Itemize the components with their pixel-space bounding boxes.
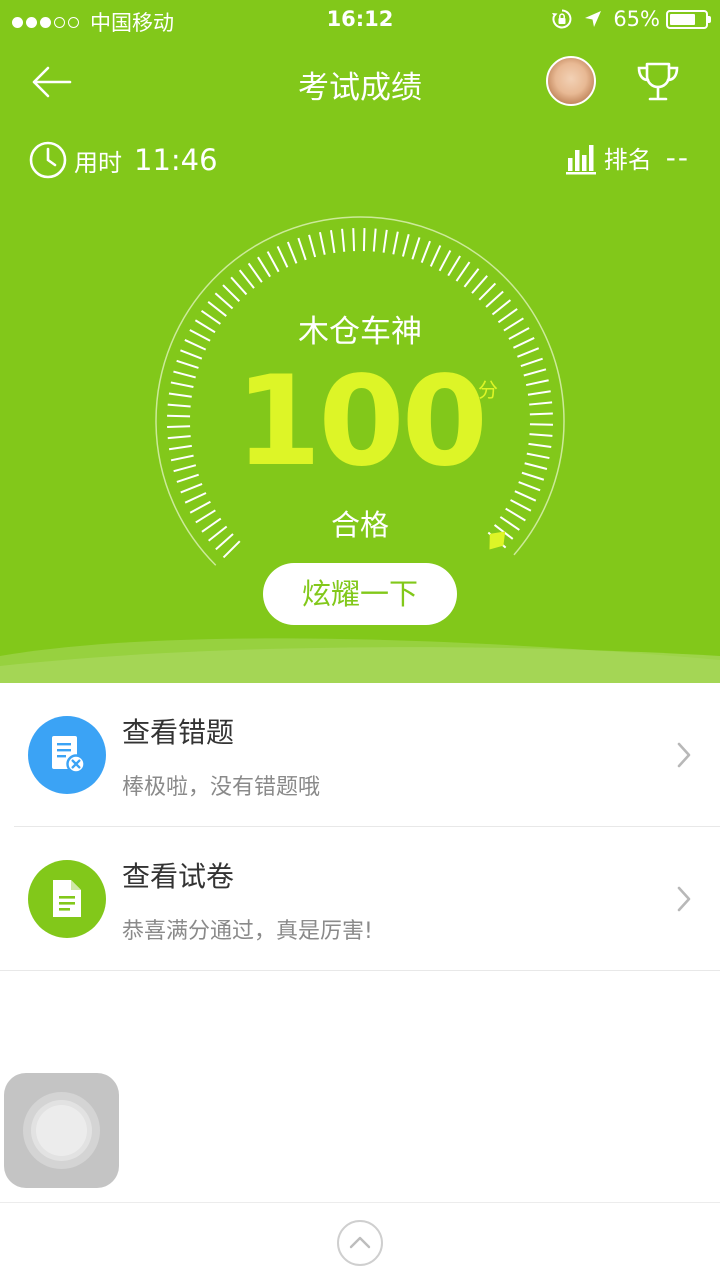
gauge-tick [382,229,388,253]
gauge-tick [485,290,504,308]
row-icon-circle [28,716,106,794]
action-list: 查看错题 棒极啦，没有错题哦 查看试卷 恭喜满分通过，真是厉害! [0,683,720,971]
gauge-tick [514,490,537,502]
divider [0,970,720,971]
score-header: 中国移动 16:12 65% 考试成绩 用时 11:46 排名 -- 木仓车神 … [0,0,720,683]
gauge-tick [455,261,471,282]
gauge-tick [329,230,336,254]
gauge-tick [257,256,271,278]
gauge-tick [266,251,280,273]
gauge-tick [297,237,307,261]
list-item-wrong-questions[interactable]: 查看错题 棒极啦，没有错题哦 [0,683,720,826]
gauge-tick [420,240,431,263]
assistive-touch-button[interactable] [4,1073,119,1188]
user-title: 木仓车神 [298,314,422,350]
chevron-right-icon [677,742,691,768]
gauge-tick [276,246,289,268]
row-title: 查看错题 [122,716,235,749]
gauge-tick [222,284,241,302]
gauge-tick [478,282,497,301]
share-button[interactable]: 炫耀一下 [263,563,457,625]
row-icon-circle [28,860,106,938]
gauge-tick [392,231,399,255]
list-item-view-paper[interactable]: 查看试卷 恭喜满分通过，真是厉害! [0,827,720,970]
gauge-tick [238,269,255,289]
gauge-tick [411,237,421,260]
gauge-tick [308,234,317,258]
score-value: 100 [235,350,488,494]
paper-icon [53,880,81,917]
gauge-tick [401,234,410,257]
score-unit: 分 [478,378,498,402]
gauge-tick [438,250,452,272]
scroll-up-icon[interactable] [336,1219,384,1267]
gauge-tick [447,255,461,277]
wrong-question-icon [52,736,86,774]
gauge-tick [230,276,248,296]
gauge-tick [318,231,326,255]
gauge-tick [362,228,366,252]
pass-status: 合格 [330,508,389,542]
bottom-divider [0,1202,720,1203]
wave-decoration [0,638,720,683]
gauge-tick [372,228,377,252]
gauge-tick [247,262,263,283]
row-subtitle: 恭喜满分通过，真是厉害! [122,919,373,944]
gauge-tick [341,228,346,252]
gauge-tick [352,228,356,252]
row-title: 查看试卷 [122,860,235,893]
gauge-tick [429,245,442,267]
gauge-tick [471,275,488,294]
chevron-right-icon [677,886,691,912]
row-subtitle: 棒极啦，没有错题哦 [122,775,321,800]
gauge-tick [463,268,480,288]
gauge-tick [286,241,298,264]
